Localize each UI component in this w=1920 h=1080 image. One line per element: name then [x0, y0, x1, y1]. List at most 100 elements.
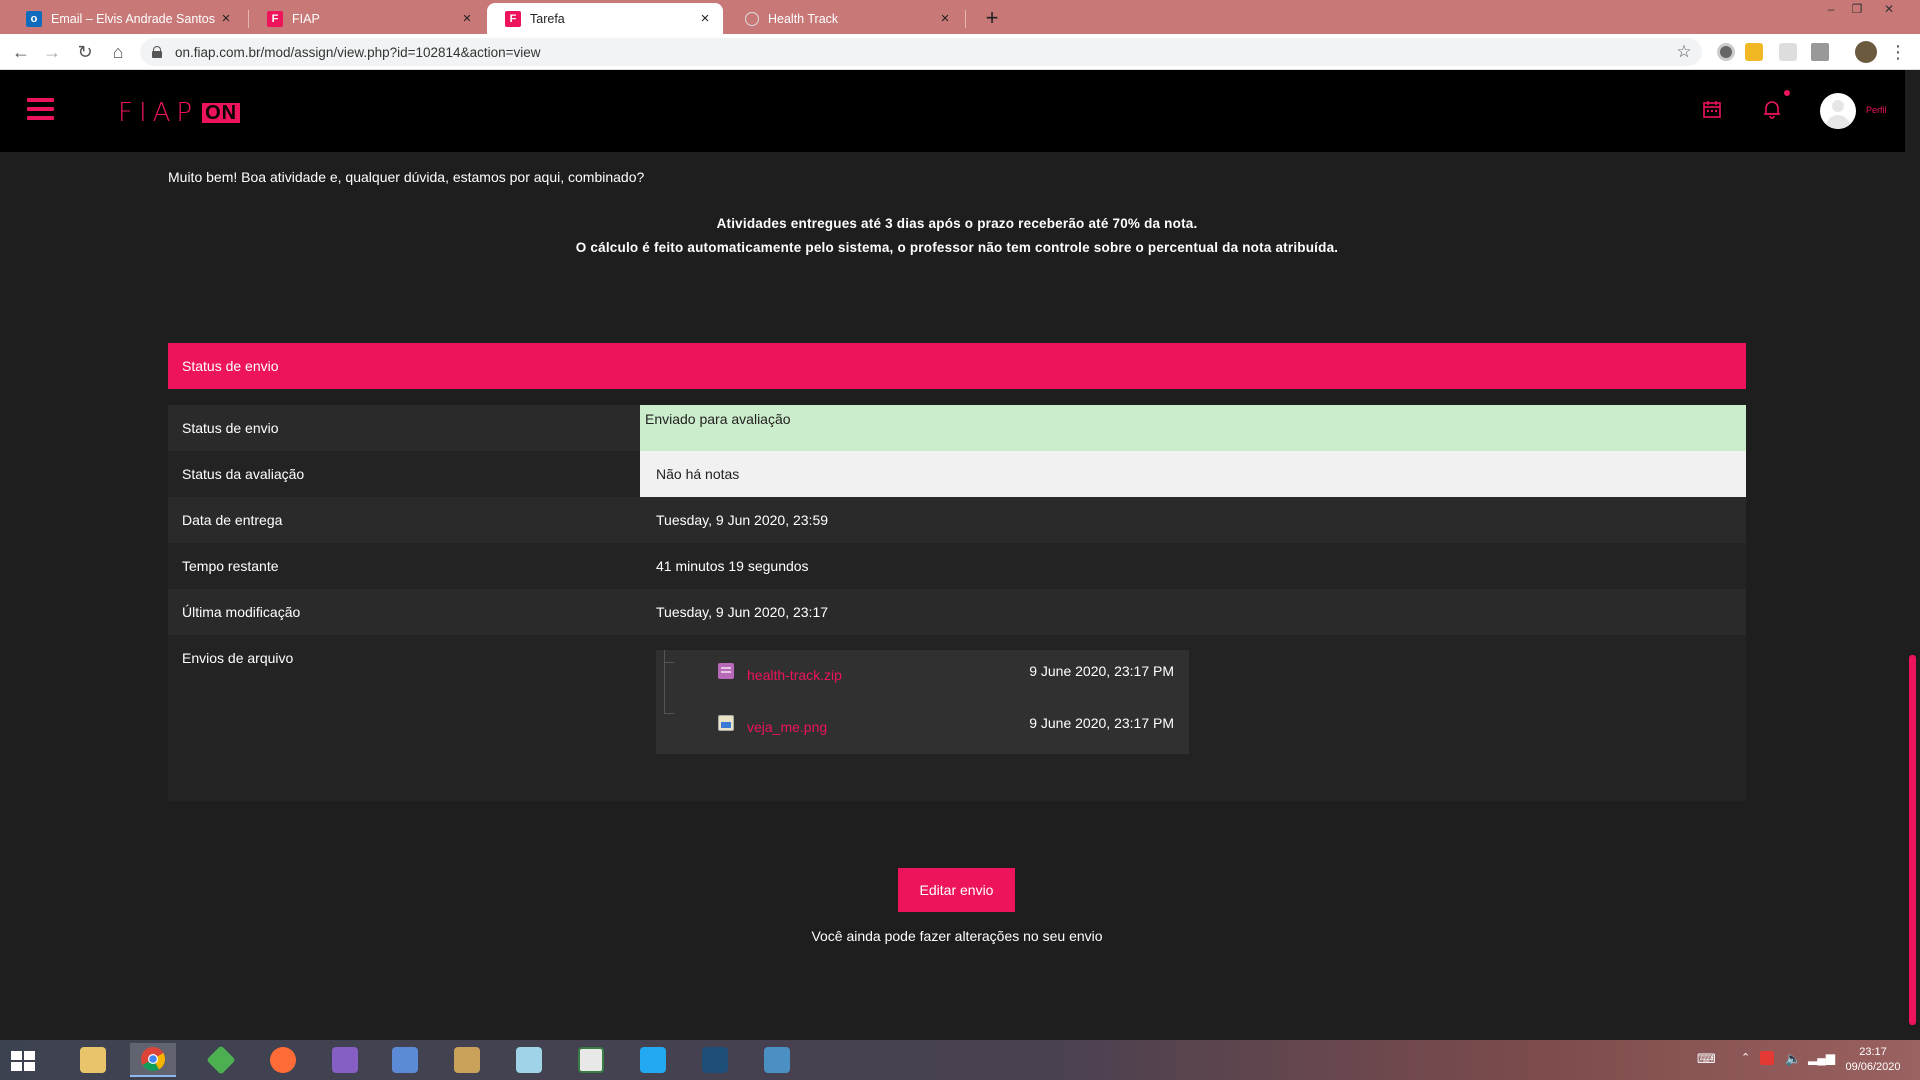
extension-icon[interactable]	[1811, 43, 1829, 61]
file-explorer-icon[interactable]	[70, 1043, 116, 1077]
table-row: Envios de arquivo health-track.zip 9 Jun…	[168, 635, 1746, 801]
hamburger-menu-icon[interactable]	[27, 98, 54, 120]
table-row: Status da avaliação Não há notas	[168, 451, 1746, 497]
chevron-up-icon[interactable]: ⌃	[1741, 1051, 1750, 1064]
extension-icon[interactable]	[1717, 43, 1735, 61]
windows-start-icon[interactable]	[11, 1051, 35, 1071]
bookmark-star-icon[interactable]: ☆	[1670, 38, 1698, 66]
address-bar[interactable]: on.fiap.com.br/mod/assign/view.php?id=10…	[140, 38, 1702, 66]
close-icon[interactable]: ×	[697, 10, 713, 27]
row-label: Tempo restante	[182, 558, 279, 574]
wifi-icon[interactable]: ▂▄▆	[1808, 1051, 1835, 1065]
edit-note: Você ainda pode fazer alterações no seu …	[811, 928, 1103, 944]
outlook-icon: o	[26, 10, 42, 27]
file-date: 9 June 2020, 23:17 PM	[1029, 663, 1174, 679]
browser-toolbar: ← → ↻ ⌂ on.fiap.com.br/mod/assign/view.p…	[0, 34, 1920, 70]
minimize-button[interactable]: –	[1820, 0, 1842, 18]
new-tab-button[interactable]: +	[978, 5, 1006, 33]
tab-health-track[interactable]: Health Track ×	[727, 3, 963, 34]
mysql-workbench-icon[interactable]	[692, 1043, 738, 1077]
row-label: Envios de arquivo	[182, 650, 294, 666]
row-value: Tuesday, 9 Jun 2020, 23:17	[656, 604, 829, 620]
profile-avatar-icon[interactable]	[1855, 41, 1877, 63]
fiap-icon: F	[505, 10, 521, 27]
logo-text: FIAP	[118, 98, 199, 128]
row-label: Status de envio	[182, 420, 279, 436]
row-value: Tuesday, 9 Jun 2020, 23:59	[656, 512, 829, 528]
antivirus-icon[interactable]	[1760, 1051, 1774, 1065]
chrome-icon[interactable]	[130, 1043, 176, 1077]
notification-dot	[1784, 90, 1790, 96]
reload-icon[interactable]: ↻	[71, 38, 99, 66]
file-date: 9 June 2020, 23:17 PM	[1029, 715, 1174, 731]
keyboard-icon[interactable]: ⌨	[1697, 1051, 1716, 1067]
submission-status-table: Status de envio Enviado para avaliação S…	[168, 405, 1746, 801]
notepad-icon[interactable]	[506, 1043, 552, 1077]
tab-tarefa[interactable]: F Tarefa ×	[487, 3, 723, 34]
table-row: Tempo restante 41 minutos 19 segundos	[168, 543, 1746, 589]
tab-divider	[965, 10, 966, 28]
vscode-icon[interactable]	[630, 1043, 676, 1077]
main-content: Muito bem! Boa atividade e, qualquer dúv…	[0, 152, 1905, 1040]
profile-label[interactable]: Perfil	[1866, 105, 1887, 115]
system-clock[interactable]: 23:17 09/06/2020	[1838, 1045, 1908, 1075]
clock-time: 23:17	[1859, 1046, 1887, 1058]
table-row: Status de envio Enviado para avaliação	[168, 405, 1746, 451]
table-row: Última modificação Tuesday, 9 Jun 2020, …	[168, 589, 1746, 635]
table-row: Data de entrega Tuesday, 9 Jun 2020, 23:…	[168, 497, 1746, 543]
list-item: health-track.zip 9 June 2020, 23:17 PM	[656, 658, 1189, 688]
row-value: 41 minutos 19 segundos	[656, 558, 809, 574]
tab-fiap[interactable]: F FIAP ×	[249, 3, 485, 34]
globe-icon	[745, 11, 759, 26]
logo-suffix: ON	[202, 103, 241, 123]
late-submission-notice: Atividades entregues até 3 dias após o p…	[168, 212, 1746, 260]
bell-icon[interactable]	[1760, 99, 1784, 123]
row-value: Enviado para avaliação	[640, 405, 1746, 451]
taskbar: ⌨ ⌃ 🔈 ▂▄▆ 23:17 09/06/2020	[0, 1040, 1920, 1080]
edit-submission-button[interactable]: Editar envio	[898, 868, 1015, 912]
remote-desktop-icon[interactable]	[754, 1043, 800, 1077]
file-link[interactable]: veja_me.png	[747, 719, 827, 735]
postman-icon[interactable]	[260, 1043, 306, 1077]
forward-arrow-icon[interactable]: →	[38, 38, 66, 66]
visual-studio-icon[interactable]	[322, 1043, 368, 1077]
close-window-button[interactable]: ✕	[1878, 0, 1900, 18]
extension-icon[interactable]	[1779, 43, 1797, 61]
fiap-icon: F	[267, 10, 283, 27]
tab-email[interactable]: o Email – Elvis Andrade Santos – O ×	[8, 3, 244, 34]
git-client-icon[interactable]	[198, 1043, 244, 1077]
row-value: Não há notas	[640, 451, 1746, 497]
file-link[interactable]: health-track.zip	[747, 667, 842, 683]
notice-line: O cálculo é feito automaticamente pelo s…	[575, 240, 1339, 255]
close-icon[interactable]: ×	[937, 10, 953, 27]
image-icon	[718, 715, 734, 731]
row-label: Data de entrega	[182, 512, 283, 528]
avatar[interactable]	[1820, 93, 1856, 129]
list-item: veja_me.png 9 June 2020, 23:17 PM	[656, 710, 1189, 740]
tab-title: Health Track	[768, 11, 839, 26]
tab-title: Email – Elvis Andrade Santos – O	[51, 11, 218, 26]
network-tool-icon[interactable]	[382, 1043, 428, 1077]
extension-icon[interactable]	[1745, 43, 1763, 61]
tab-title: Tarefa	[530, 11, 565, 26]
menu-dots-icon[interactable]: ⋮	[1884, 38, 1912, 66]
fiap-on-logo[interactable]: FIAP ON	[118, 98, 241, 128]
row-label: Última modificação	[182, 604, 301, 620]
clock-date: 09/06/2020	[1845, 1061, 1901, 1073]
restore-button[interactable]: ❐	[1846, 0, 1868, 18]
close-icon[interactable]: ×	[459, 10, 475, 27]
site-header: FIAP ON	[0, 70, 1920, 152]
volume-icon[interactable]: 🔈	[1785, 1051, 1801, 1067]
close-icon[interactable]: ×	[218, 10, 234, 27]
intro-text: Muito bem! Boa atividade e, qualquer dúv…	[168, 169, 645, 185]
home-icon[interactable]: ⌂	[104, 38, 132, 66]
url-text: on.fiap.com.br/mod/assign/view.php?id=10…	[175, 44, 541, 60]
browser-tab-strip: o Email – Elvis Andrade Santos – O × F F…	[0, 0, 1920, 34]
back-arrow-icon[interactable]: ←	[7, 38, 35, 66]
app-window-icon[interactable]	[568, 1043, 614, 1077]
package-icon[interactable]	[444, 1043, 490, 1077]
calendar-icon[interactable]	[1700, 99, 1724, 123]
scrollbar-thumb[interactable]	[1909, 655, 1916, 1025]
lock-icon	[152, 46, 162, 58]
notice-line: Atividades entregues até 3 dias após o p…	[716, 216, 1198, 231]
